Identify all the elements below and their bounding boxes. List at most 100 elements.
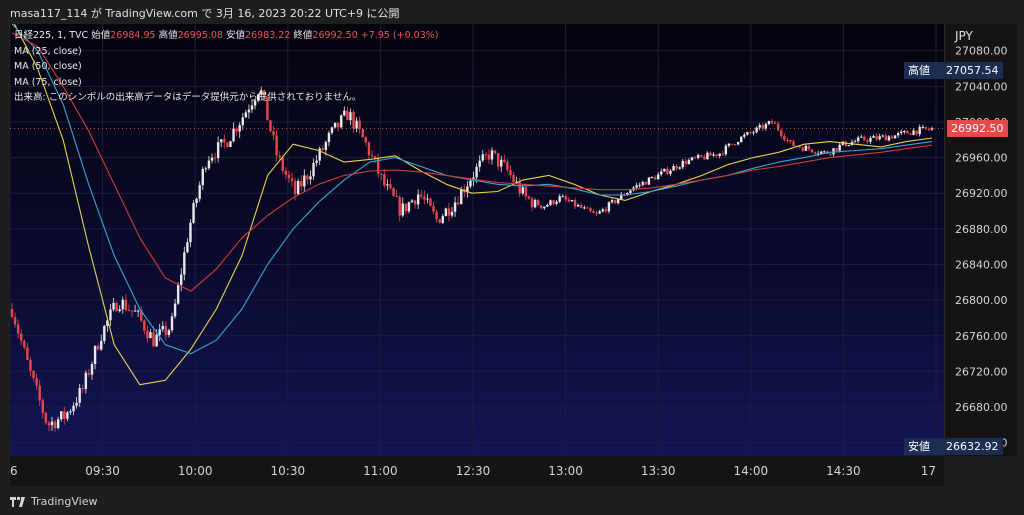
candle-body	[764, 123, 768, 129]
candle-body	[521, 187, 524, 194]
candle-body	[453, 202, 457, 212]
candle-body	[133, 310, 137, 312]
candle-body	[56, 419, 60, 429]
candle-body	[835, 148, 838, 151]
candle-body	[180, 274, 183, 285]
tradingview-logo-icon	[10, 496, 25, 507]
candle-body	[84, 372, 88, 389]
candle-body	[444, 208, 448, 217]
candle-body	[743, 134, 746, 137]
legend-ma75[interactable]: MA (75, close)	[14, 75, 438, 91]
candle-body	[900, 131, 903, 134]
candle-body	[758, 125, 761, 128]
candle-body	[749, 132, 752, 134]
candle-body	[407, 202, 411, 212]
candle-body	[881, 135, 884, 137]
candle-body	[383, 174, 386, 186]
candle-body	[410, 200, 414, 203]
candle-body	[730, 143, 734, 145]
last-price-value: 26992.50	[951, 122, 1004, 136]
last-price-tag: 26992.50	[947, 120, 1008, 138]
candle-body	[690, 157, 694, 161]
candle-body	[226, 142, 229, 148]
candle-body	[155, 334, 158, 347]
candle-body	[832, 148, 835, 155]
low-value: 26983.22	[245, 30, 291, 41]
candle-body	[72, 405, 75, 412]
candle-body	[752, 132, 755, 134]
candle-body	[213, 157, 217, 159]
candle-body	[635, 185, 638, 188]
candle-body	[41, 400, 44, 413]
candle-body	[380, 173, 383, 175]
candle-body	[546, 204, 549, 207]
candle-body	[149, 332, 152, 339]
candle-body	[413, 200, 417, 205]
candle-body	[853, 141, 857, 143]
candle-body	[524, 187, 528, 197]
candle-body	[81, 388, 84, 390]
candle-body	[595, 212, 598, 214]
candle-body	[32, 370, 35, 379]
candle-body	[703, 156, 706, 160]
candle-body	[450, 211, 454, 216]
candle-body	[675, 166, 678, 169]
candle-body	[709, 152, 712, 156]
time-tick-label: 17	[921, 464, 936, 478]
candle-body	[610, 200, 614, 203]
high-value: 26995.08	[177, 30, 223, 41]
candle-body	[740, 136, 743, 143]
price-tick-label: 26880.00	[955, 223, 1008, 236]
candle-body	[567, 199, 571, 202]
candle-body	[909, 133, 912, 135]
high-tag-value: 27057.54	[946, 64, 999, 78]
candle-body	[684, 160, 688, 165]
candle-body	[890, 136, 894, 139]
candle-body	[733, 144, 737, 146]
legend-ma50[interactable]: MA (50, close)	[14, 59, 438, 75]
candle-body	[287, 174, 291, 179]
candle-body	[63, 411, 66, 419]
candle-body	[324, 142, 328, 150]
time-tick-label: 13:30	[641, 464, 676, 478]
legend-ma25[interactable]: MA (25, close)	[14, 44, 438, 60]
candle-body	[103, 325, 106, 341]
candle-body	[432, 205, 435, 212]
candle-body	[678, 167, 681, 169]
price-tick-label: 26680.00	[955, 401, 1008, 414]
candle-body	[700, 155, 703, 157]
candle-body	[220, 139, 223, 143]
candle-body	[786, 139, 789, 141]
high-label: 高値	[158, 30, 178, 41]
tradingview-logo[interactable]: TradingView	[10, 495, 97, 508]
candle-body	[487, 154, 491, 160]
candle-body	[13, 317, 17, 325]
candle-body	[118, 309, 121, 312]
candle-body	[666, 168, 669, 174]
candle-body	[872, 136, 875, 138]
candle-body	[87, 372, 91, 375]
candle-body	[355, 120, 358, 129]
candle-body	[346, 110, 349, 121]
candle-body	[358, 120, 361, 129]
candle-body	[663, 168, 666, 172]
candle-body	[392, 188, 395, 196]
time-tick-label: 12:30	[456, 464, 491, 478]
candle-body	[727, 143, 731, 146]
candle-body	[284, 170, 288, 175]
candle-body	[616, 199, 620, 204]
time-tick-label: 09:30	[85, 464, 120, 478]
candle-body	[275, 135, 278, 156]
candle-body	[136, 310, 140, 312]
high-price-tag: 高値 27057.54	[904, 62, 1003, 80]
candle-body	[903, 131, 906, 133]
candle-body	[216, 142, 220, 159]
ohlc-row: 日経225, 1, TVC 始値26984.95 高値26995.08 安値26…	[14, 28, 438, 44]
candle-body	[207, 160, 211, 169]
price-axis[interactable]: 26640.0026680.0026720.0026760.0026800.00…	[944, 24, 1017, 456]
candles	[10, 86, 934, 432]
candle-body	[53, 421, 57, 429]
time-axis[interactable]: 6 09:30 10:00 10:30 11:00 12:30 13:00 13:30 14:0…	[10, 456, 944, 486]
candle-body	[660, 171, 663, 175]
candle-body	[863, 136, 866, 141]
